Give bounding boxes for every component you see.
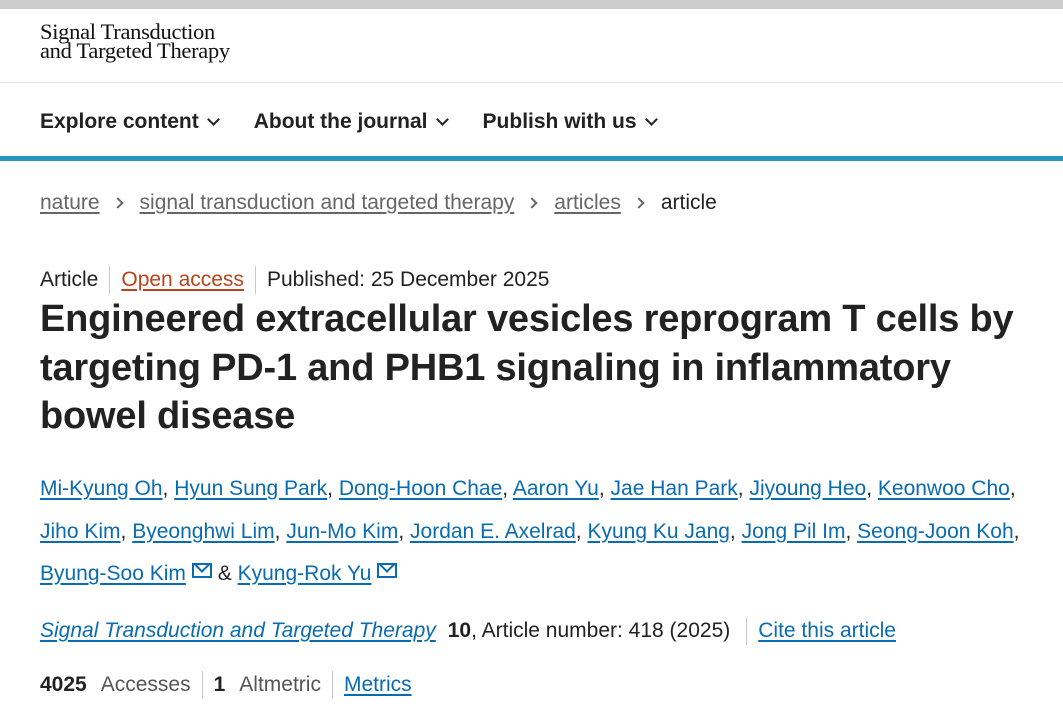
- breadcrumb-journal[interactable]: signal transduction and targeted therapy: [140, 191, 515, 215]
- chevron-right-icon: [111, 197, 124, 209]
- author-and: &: [217, 562, 232, 585]
- author-link[interactable]: Jordan E. Axelrad: [410, 520, 576, 543]
- breadcrumb-nature[interactable]: nature: [40, 191, 100, 215]
- author-separator: ,: [502, 477, 509, 500]
- email-icon[interactable]: [377, 563, 398, 578]
- author-link[interactable]: Mi-Kyung Oh: [40, 477, 163, 500]
- altmetric-label: Altmetric: [239, 673, 321, 696]
- metrics-link[interactable]: Metrics: [344, 673, 412, 697]
- author-link[interactable]: Jong Pil Im: [742, 520, 846, 543]
- nav-accent-bar: [0, 156, 1063, 161]
- breadcrumb-articles[interactable]: articles: [554, 191, 621, 215]
- chevron-down-icon: [435, 112, 449, 126]
- logo-line-2: and Targeted Therapy: [40, 38, 230, 63]
- citation-line: Signal Transduction and Targeted Therapy…: [40, 617, 896, 645]
- author-separator: ,: [866, 477, 873, 500]
- published-date: Published: 25 December 2025: [266, 268, 550, 291]
- metrics-divider: [201, 671, 203, 699]
- author-link[interactable]: Seong-Joon Koh: [857, 520, 1013, 543]
- nav-about-journal-label: About the journal: [253, 110, 428, 133]
- nav-publish-with-us[interactable]: Publish with us: [482, 110, 658, 134]
- metrics-divider: [331, 671, 333, 699]
- accesses-label: Accesses: [100, 673, 191, 696]
- author-separator: ,: [1013, 519, 1020, 543]
- meta-divider: [254, 266, 256, 294]
- nav-about-journal[interactable]: About the journal: [253, 110, 449, 134]
- author-list: Mi-Kyung Oh, Hyun Sung Park, Dong-Hoon C…: [40, 468, 1040, 596]
- header-divider: [0, 82, 1063, 83]
- article-title: Engineered extracellular vesicles reprog…: [40, 298, 1014, 437]
- author-separator: ,: [598, 477, 605, 500]
- chevron-right-icon: [526, 197, 538, 209]
- chevron-down-icon: [206, 112, 220, 126]
- accesses-count: 4025: [40, 673, 87, 696]
- author-separator: ,: [274, 519, 281, 543]
- email-icon[interactable]: [191, 563, 212, 578]
- author-separator: ,: [327, 477, 333, 500]
- open-access-link[interactable]: Open access: [121, 268, 244, 292]
- author-link[interactable]: Byeonghwi Lim: [132, 520, 274, 543]
- nav-publish-with-us-label: Publish with us: [482, 110, 637, 133]
- author-link[interactable]: Jae Han Park: [611, 477, 738, 500]
- author-link[interactable]: Hyun Sung Park: [174, 477, 327, 500]
- author-separator: ,: [1009, 477, 1016, 500]
- author-link[interactable]: Keonwoo Cho: [878, 477, 1010, 500]
- author-separator: ,: [120, 519, 127, 543]
- author-separator: ,: [162, 477, 169, 500]
- article-metrics: 4025 Accesses 1 Altmetric Metrics: [40, 671, 412, 699]
- author-link[interactable]: Kyung-Rok Yu: [238, 562, 372, 585]
- author-separator: ,: [729, 519, 736, 543]
- main-nav: Explore content About the journal Publis…: [40, 107, 692, 137]
- volume: 10: [447, 619, 472, 642]
- author-link[interactable]: Jun-Mo Kim: [286, 520, 398, 543]
- breadcrumb-current: article: [660, 191, 717, 214]
- author-link[interactable]: Byung-Soo Kim: [40, 562, 186, 585]
- author-link[interactable]: Kyung Ku Jang: [587, 520, 729, 543]
- author-link[interactable]: Dong-Hoon Chae: [339, 477, 502, 500]
- author-link[interactable]: Jiyoung Heo: [749, 477, 866, 500]
- article-type: Article: [40, 268, 99, 291]
- article-meta: Article Open access Published: 25 Decemb…: [40, 266, 549, 294]
- top-gray-bar: [0, 0, 1063, 9]
- author-link[interactable]: Jiho Kim: [40, 520, 121, 543]
- author-separator: ,: [737, 477, 744, 500]
- author-separator: ,: [845, 519, 852, 543]
- article-number: , Article number: 418 (2025): [471, 619, 731, 642]
- journal-link[interactable]: Signal Transduction and Targeted Therapy: [40, 619, 436, 643]
- altmetric-count: 1: [213, 673, 226, 696]
- breadcrumb: nature signal transduction and targeted …: [40, 191, 717, 215]
- meta-divider: [109, 266, 111, 294]
- nav-explore-content-label: Explore content: [40, 110, 199, 133]
- journal-logo[interactable]: Signal Transduction and Targeted Therapy: [40, 20, 230, 63]
- cite-this-article-link[interactable]: Cite this article: [758, 619, 896, 643]
- author-link[interactable]: Aaron Yu: [513, 477, 599, 500]
- cite-divider: [746, 617, 748, 645]
- chevron-right-icon: [633, 197, 645, 209]
- nav-explore-content[interactable]: Explore content: [40, 110, 220, 134]
- author-separator: ,: [398, 519, 405, 543]
- author-separator: ,: [575, 519, 582, 543]
- chevron-down-icon: [644, 112, 658, 126]
